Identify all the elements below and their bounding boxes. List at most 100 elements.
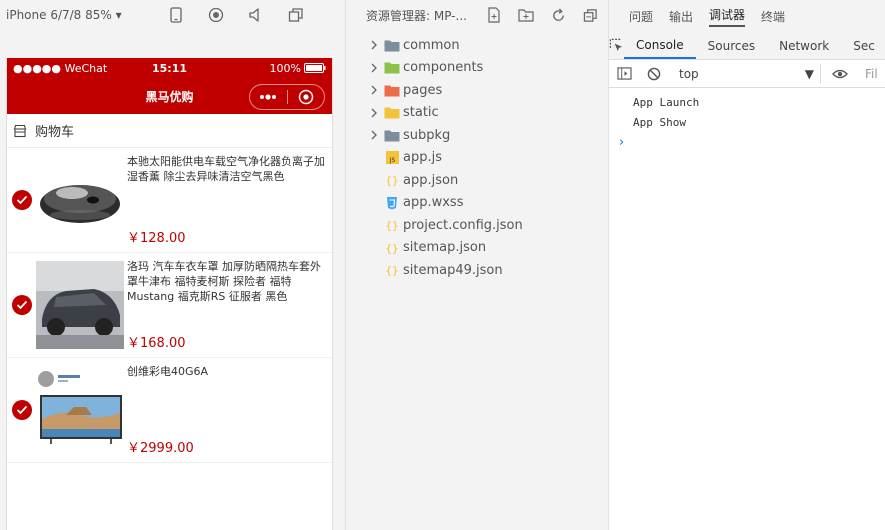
tree-item-common[interactable]: common <box>346 34 608 57</box>
product-price: ￥168.00 <box>127 336 186 351</box>
svg-text:{}: {} <box>385 242 398 255</box>
console-message: App Show <box>633 115 686 129</box>
target-circle-icon <box>298 89 313 105</box>
nav-bar: 黑马优购 <box>7 78 332 114</box>
tree-item-app-wxss[interactable]: app.wxss <box>346 192 608 215</box>
console-toolbar: top ▼ Fil <box>609 60 885 88</box>
tree-item-label: subpkg <box>403 127 451 143</box>
inspect-element-icon[interactable] <box>609 38 624 53</box>
more-dots-icon <box>260 94 277 100</box>
product-image-air-purifier[interactable] <box>35 148 125 252</box>
page-title: 黑马优购 <box>145 89 194 104</box>
phone-icon[interactable] <box>156 7 196 23</box>
show-sidebar-icon[interactable] <box>609 67 639 80</box>
devtools-tab-console[interactable]: Console <box>624 32 696 59</box>
tree-item-project-config-json[interactable]: {} project.config.json <box>346 214 608 237</box>
capsule-menu <box>249 84 325 110</box>
simulator-toolbar: iPhone 6/7/8 85% ▾ <box>0 0 345 30</box>
tree-item-pages[interactable]: pages <box>346 79 608 102</box>
devtools-tab-sources[interactable]: Sources <box>696 32 767 59</box>
tree-item-label: sitemap.json <box>403 240 487 256</box>
cart-item[interactable]: 创维彩电40G6A ￥2999.00 <box>7 358 332 463</box>
console-output: App Launch App Show › <box>609 88 885 152</box>
js-file-icon: JS <box>382 151 402 165</box>
new-folder-icon[interactable] <box>510 8 542 22</box>
panel-tab-1[interactable]: 输出 <box>669 8 693 25</box>
cart-header: 购物车 <box>7 114 332 148</box>
filter-input[interactable]: Fil <box>855 67 878 81</box>
explorer-title: 资源管理器: MP-... <box>366 8 467 23</box>
explorer-panel: 资源管理器: MP-... common components pages stati… <box>346 0 609 530</box>
cart-item[interactable]: 洛玛 汽车车衣车罩 加厚防晒隔热车套外罩牛津布 福特麦柯斯 探险者 福特Must… <box>7 253 332 358</box>
tree-item-sitemap-json[interactable]: {} sitemap.json <box>346 237 608 260</box>
more-button[interactable] <box>250 85 287 109</box>
refresh-icon[interactable] <box>542 8 574 23</box>
context-select[interactable]: top ▼ <box>673 63 821 84</box>
folder-components-icon <box>382 61 402 74</box>
item-checkbox[interactable] <box>7 358 35 462</box>
clear-console-icon[interactable] <box>639 67 669 81</box>
svg-text:JS: JS <box>388 157 395 164</box>
product-image-car-cover[interactable] <box>35 253 125 357</box>
product-title[interactable]: 创维彩电40G6A <box>127 364 326 379</box>
dropdown-arrow-icon: ▼ <box>804 66 814 81</box>
folder-icon <box>382 129 402 142</box>
product-title[interactable]: 本驰太阳能供电车载空气净化器负离子加湿香薰 除尘去异味清洁空气黑色 <box>127 154 326 184</box>
status-time: 15:11 <box>151 61 187 75</box>
chevron-right-icon[interactable] <box>366 130 382 140</box>
console-message: App Launch <box>633 95 700 109</box>
chevron-right-icon[interactable] <box>366 63 382 73</box>
chevron-right-icon[interactable] <box>366 108 382 118</box>
file-tree: common components pages static subpkg JS app.j… <box>346 30 608 282</box>
tree-item-label: pages <box>403 82 443 98</box>
tree-item-components[interactable]: components <box>346 57 608 80</box>
status-bar: ●●●●● WeChat 15:11 100% <box>7 58 332 78</box>
devtools-tab-sec[interactable]: Sec <box>841 32 885 59</box>
wxss-file-icon <box>382 196 402 210</box>
tree-item-static[interactable]: static <box>346 102 608 125</box>
device-select[interactable]: iPhone 6/7/8 85% ▾ <box>6 8 156 22</box>
svg-text:{}: {} <box>385 219 398 232</box>
svg-text:{}: {} <box>385 264 398 277</box>
product-price: ￥128.00 <box>127 231 186 246</box>
folder-static-icon <box>382 106 402 119</box>
tree-item-label: components <box>403 60 484 76</box>
svg-text:{}: {} <box>385 174 398 187</box>
json-file-icon: {} <box>382 173 402 187</box>
cart-item[interactable]: 本驰太阳能供电车载空气净化器负离子加湿香薰 除尘去异味清洁空气黑色 ￥128.0… <box>7 148 332 253</box>
chevron-right-icon[interactable] <box>366 40 382 50</box>
detach-window-icon[interactable] <box>276 7 316 23</box>
panel-tab-0[interactable]: 问题 <box>629 8 653 25</box>
explorer-header: 资源管理器: MP-... <box>346 0 608 30</box>
tree-item-label: common <box>403 37 460 53</box>
chevron-right-icon[interactable] <box>366 85 382 95</box>
console-prompt[interactable]: › <box>609 132 885 152</box>
product-title[interactable]: 洛玛 汽车车衣车罩 加厚防晒隔热车套外罩牛津布 福特麦柯斯 探险者 福特Must… <box>127 259 326 304</box>
close-miniprogram-button[interactable] <box>288 85 325 109</box>
panel-tab-2[interactable]: 调试器 <box>709 6 746 27</box>
product-image-tv[interactable] <box>35 358 125 462</box>
collapse-all-icon[interactable] <box>574 8 606 23</box>
json-file-icon: {} <box>382 241 402 255</box>
shop-icon <box>13 124 27 137</box>
panel-tab-3[interactable]: 终端 <box>761 8 785 25</box>
item-checkbox[interactable] <box>7 253 35 357</box>
tree-item-app-js[interactable]: JS app.js <box>346 147 608 170</box>
volume-icon[interactable] <box>236 7 276 23</box>
tree-item-label: sitemap49.json <box>403 262 503 278</box>
cart-title: 购物车 <box>35 125 75 140</box>
check-icon <box>12 190 32 210</box>
item-checkbox[interactable] <box>7 148 35 252</box>
eye-icon[interactable] <box>825 68 855 80</box>
devtools-tab-network[interactable]: Network <box>767 32 841 59</box>
tree-item-sitemap49-json[interactable]: {} sitemap49.json <box>346 259 608 282</box>
folder-icon <box>382 39 402 52</box>
new-file-icon[interactable] <box>478 7 510 23</box>
json-file-icon: {} <box>382 218 402 232</box>
tree-item-label: app.json <box>403 172 459 188</box>
devtools-panel: 问题 输出 调试器 终端 Console Sources Network Sec top ▼… <box>609 0 885 530</box>
record-icon[interactable] <box>196 7 236 23</box>
tree-item-label: project.config.json <box>403 217 523 233</box>
tree-item-subpkg[interactable]: subpkg <box>346 124 608 147</box>
tree-item-app-json[interactable]: {} app.json <box>346 169 608 192</box>
